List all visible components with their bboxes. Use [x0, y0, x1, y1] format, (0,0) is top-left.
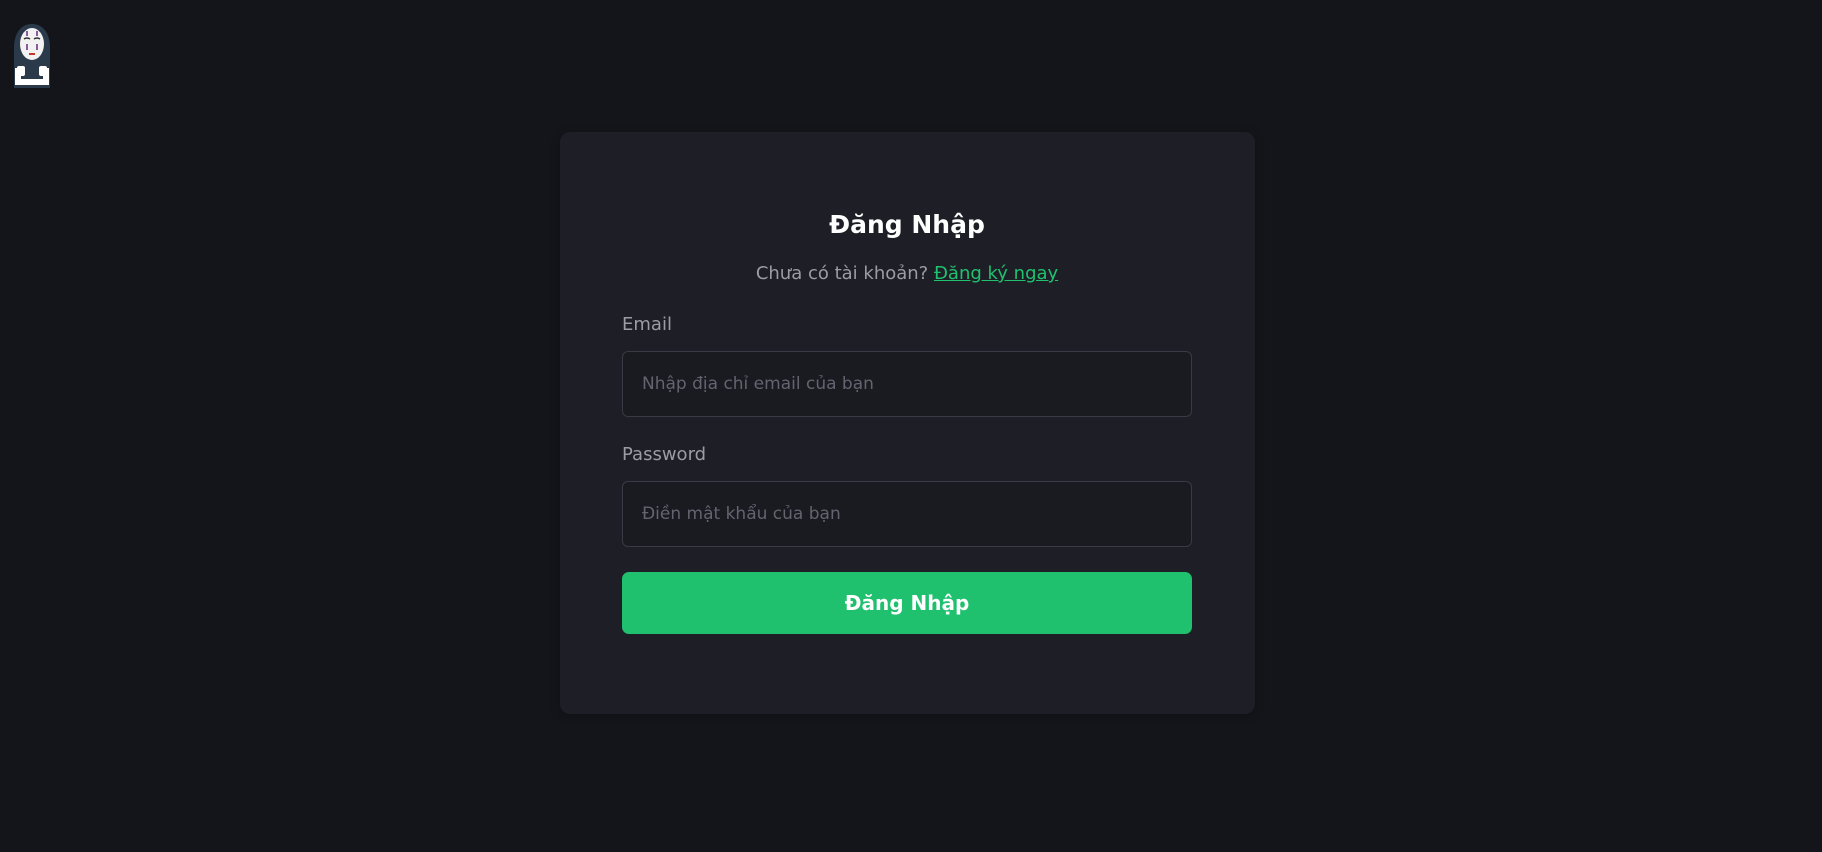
login-card: Đăng Nhập Chưa có tài khoản? Đăng ký nga… — [560, 132, 1255, 714]
email-field[interactable] — [622, 351, 1192, 417]
register-link[interactable]: Đăng ký ngay — [934, 263, 1058, 284]
email-label: Email — [622, 314, 672, 335]
register-prompt: Chưa có tài khoản? Đăng ký ngay — [622, 262, 1192, 285]
register-prompt-text: Chưa có tài khoản? — [755, 263, 929, 284]
no-face-mascot-icon — [14, 24, 50, 88]
logo-icon[interactable] — [10, 22, 54, 90]
page-title: Đăng Nhập — [829, 210, 985, 239]
login-button[interactable]: Đăng Nhập — [622, 572, 1192, 634]
password-label: Password — [622, 444, 707, 465]
password-field[interactable] — [622, 481, 1192, 547]
